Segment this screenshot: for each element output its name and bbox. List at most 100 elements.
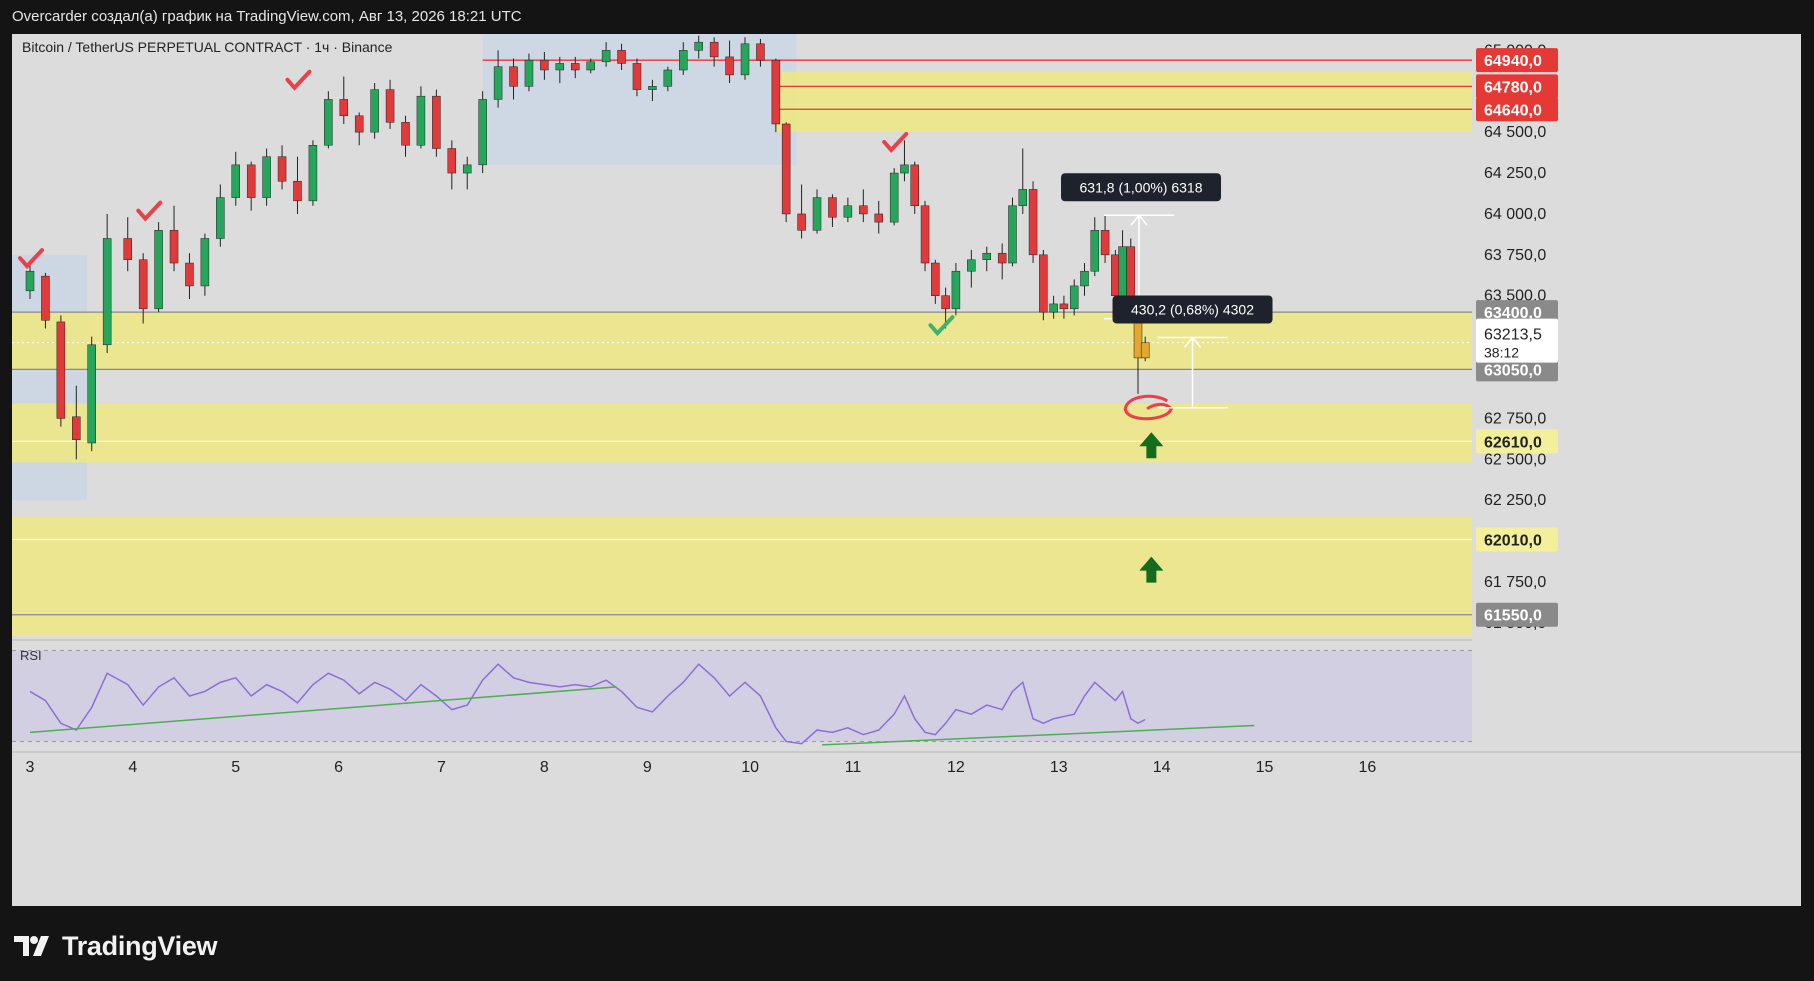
candle-body[interactable] [138, 259, 148, 310]
candle-body[interactable] [25, 270, 35, 292]
time-tick-label[interactable]: 6 [334, 759, 343, 776]
candle-body[interactable] [1100, 230, 1110, 256]
candle-body[interactable] [756, 43, 765, 61]
price-axis[interactable]: 65 000,064 500,064 250,064 000,063 750,0… [1472, 34, 1801, 774]
candle-body[interactable] [1111, 254, 1120, 296]
price-line-label[interactable]: 62010,0 [1484, 532, 1542, 549]
candle-body[interactable] [889, 172, 899, 223]
candle-body[interactable] [169, 230, 179, 264]
candle-body[interactable] [1039, 254, 1048, 313]
time-tick-label[interactable]: 9 [643, 759, 652, 776]
price-tick-label[interactable]: 62 750,0 [1484, 410, 1546, 427]
candle-body[interactable] [586, 61, 595, 71]
candle-body[interactable] [102, 238, 112, 346]
candle-body[interactable] [1049, 303, 1058, 313]
candle-body[interactable] [370, 89, 379, 133]
candle-body[interactable] [478, 99, 487, 166]
price-line-label[interactable]: 64780,0 [1484, 79, 1542, 96]
candle-body[interactable] [648, 86, 657, 90]
candle-body[interactable] [339, 99, 349, 117]
candle-body[interactable] [56, 321, 66, 419]
countdown-label[interactable]: 38:12 [1484, 345, 1519, 361]
chart-frame[interactable]: 631,8 (1,00%) 6318430,2 (0,68%) 4302 60,… [12, 34, 1801, 906]
chart-svg[interactable]: 631,8 (1,00%) 6318430,2 (0,68%) 4302 60,… [12, 34, 1801, 906]
candle-body[interactable] [1118, 246, 1127, 296]
candle-body[interactable] [601, 50, 611, 63]
candle-body[interactable] [246, 164, 256, 198]
candle-body[interactable] [416, 95, 426, 146]
candle-body[interactable] [1059, 303, 1069, 310]
candle-body[interactable] [663, 69, 673, 87]
time-tick-label[interactable]: 5 [231, 759, 240, 776]
price-tick-label[interactable]: 62 250,0 [1484, 492, 1546, 509]
candle-body[interactable] [277, 156, 287, 182]
candle-body[interactable] [524, 59, 534, 87]
time-tick-label[interactable]: 7 [437, 759, 446, 776]
time-tick-label[interactable]: 3 [26, 759, 35, 776]
candle-body[interactable] [900, 164, 909, 174]
candle-body[interactable] [843, 205, 853, 218]
candle-body[interactable] [781, 123, 791, 215]
chart-title[interactable]: Bitcoin / TetherUS PERPETUAL CONTRACT · … [22, 39, 393, 55]
candle-body[interactable] [874, 213, 883, 223]
candle-body[interactable] [324, 99, 333, 146]
candle-body[interactable] [308, 144, 318, 202]
candle-body[interactable] [812, 197, 822, 231]
price-tick-label[interactable]: 62 500,0 [1484, 451, 1546, 468]
candle-body[interactable] [462, 164, 472, 174]
candle-body[interactable] [72, 416, 81, 440]
candle-body[interactable] [354, 115, 364, 133]
time-tick-label[interactable]: 14 [1153, 759, 1171, 776]
time-tick-label[interactable]: 12 [947, 759, 965, 776]
candle-body[interactable] [1008, 205, 1017, 264]
candle-body[interactable] [540, 59, 549, 71]
time-tick-label[interactable]: 8 [540, 759, 549, 776]
candle-body[interactable] [951, 270, 961, 310]
candle-body[interactable] [185, 262, 194, 287]
price-tick-label[interactable]: 64 000,0 [1484, 206, 1546, 223]
candle-body[interactable] [617, 50, 626, 64]
rsi-title[interactable]: RSI [20, 648, 42, 663]
candle-body[interactable] [1090, 230, 1100, 272]
time-tick-label[interactable]: 13 [1050, 759, 1068, 776]
candle-body[interactable] [87, 344, 96, 444]
candle-body[interactable] [385, 89, 395, 123]
candle-body[interactable] [740, 43, 750, 76]
candle-body[interactable] [571, 63, 580, 71]
price-line-label[interactable]: 64940,0 [1484, 53, 1542, 70]
last-price-label[interactable]: 63213,5 [1484, 327, 1542, 344]
candle-body[interactable] [293, 180, 302, 202]
candle-body[interactable] [41, 275, 50, 321]
price-tick-label[interactable]: 63 750,0 [1484, 247, 1546, 264]
candle-body[interactable] [154, 230, 163, 310]
candle-body[interactable] [694, 41, 703, 51]
candle-body[interactable] [941, 295, 950, 310]
candle-body[interactable] [123, 238, 132, 260]
candle-body[interactable] [555, 63, 565, 71]
candle-body[interactable] [447, 148, 457, 174]
candle-body[interactable] [1140, 342, 1150, 359]
candle-body[interactable] [997, 252, 1007, 264]
price-line-label[interactable]: 64640,0 [1484, 102, 1542, 119]
price-line-label[interactable]: 62610,0 [1484, 434, 1542, 451]
candle-body[interactable] [982, 252, 992, 261]
time-tick-label[interactable]: 11 [845, 759, 862, 776]
candle-body[interactable] [931, 262, 940, 296]
candle-body[interactable] [1069, 285, 1079, 310]
candle-body[interactable] [859, 205, 868, 215]
price-tick-label[interactable]: 61 750,0 [1484, 574, 1546, 591]
price-tick-label[interactable]: 64 250,0 [1484, 165, 1546, 182]
candle-body[interactable] [1028, 189, 1038, 256]
time-tick-label[interactable]: 4 [128, 759, 137, 776]
candle-body[interactable] [679, 50, 688, 71]
time-tick-label[interactable]: 15 [1256, 759, 1274, 776]
price-line-label[interactable]: 61550,0 [1484, 608, 1542, 625]
candle-body[interactable] [920, 205, 930, 264]
price-line-label[interactable]: 63050,0 [1484, 362, 1542, 379]
candle-body[interactable] [493, 66, 503, 100]
time-tick-label[interactable]: 10 [741, 759, 759, 776]
candle-body[interactable] [632, 63, 642, 90]
time-tick-label[interactable]: 16 [1359, 759, 1377, 776]
candle-body[interactable] [432, 95, 441, 149]
candle-body[interactable] [725, 56, 734, 76]
